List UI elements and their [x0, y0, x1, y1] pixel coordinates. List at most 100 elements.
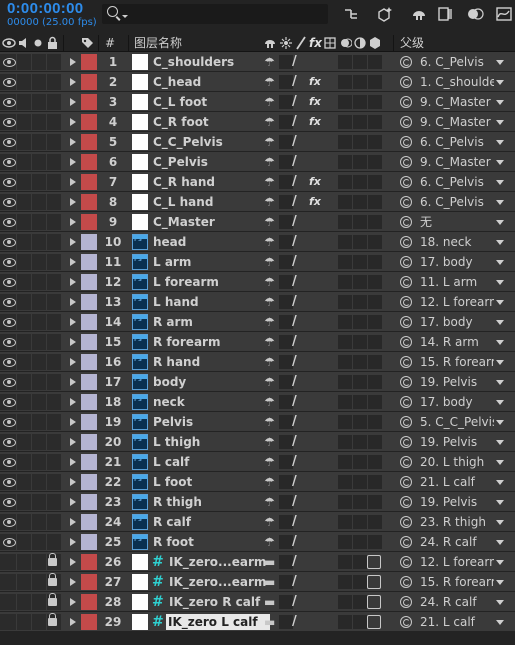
layer-name[interactable]: L calf: [153, 454, 257, 470]
audio-header-icon[interactable]: [18, 35, 30, 51]
audio-switch[interactable]: [17, 354, 31, 370]
motion-blur-switch[interactable]: [338, 215, 352, 229]
eye-icon[interactable]: [2, 357, 17, 367]
expand-triangle-icon[interactable]: [70, 258, 76, 266]
audio-switch[interactable]: [17, 394, 31, 410]
solo-switch[interactable]: [32, 334, 46, 350]
quality-slash-icon[interactable]: /: [292, 114, 306, 130]
adjustment-switch[interactable]: [353, 175, 367, 189]
shy-switch-icon[interactable]: ▬: [264, 594, 278, 610]
label-color-swatch[interactable]: [81, 494, 97, 510]
solo-switch[interactable]: [32, 274, 46, 290]
chevron-down-icon[interactable]: [496, 480, 504, 485]
motion-blur-switch[interactable]: [338, 535, 352, 549]
chevron-down-icon[interactable]: [496, 120, 504, 125]
quality-slash-icon[interactable]: /: [292, 54, 306, 70]
motion-blur-switch[interactable]: [338, 295, 352, 309]
layer-row[interactable]: 21 Ps L calf ☂ / 20. L thigh: [0, 452, 515, 472]
quality-slash-icon[interactable]: /: [292, 454, 306, 470]
collapse-switch[interactable]: [279, 415, 293, 429]
chevron-down-icon[interactable]: [496, 340, 504, 345]
quality-slash-icon[interactable]: /: [292, 534, 306, 550]
solo-switch[interactable]: [32, 254, 46, 270]
parent-select[interactable]: 17. body: [420, 394, 494, 410]
lock-switch[interactable]: [47, 74, 61, 90]
audio-switch[interactable]: [17, 134, 31, 150]
eye-icon[interactable]: [2, 237, 17, 247]
chevron-down-icon[interactable]: [496, 300, 504, 305]
audio-switch[interactable]: [17, 614, 31, 630]
solo-switch[interactable]: [32, 474, 46, 490]
layer-number-header[interactable]: #: [105, 35, 115, 51]
audio-switch[interactable]: [17, 514, 31, 530]
3d-switch[interactable]: [368, 275, 382, 289]
layer-row[interactable]: 25 Ps R foot ☂ / 24. R calf: [0, 532, 515, 552]
collapse-switch[interactable]: [279, 255, 293, 269]
3d-switch[interactable]: [368, 55, 382, 69]
chevron-down-icon[interactable]: [496, 360, 504, 365]
solo-switch[interactable]: [32, 94, 46, 110]
motion-blur-header-icon[interactable]: [340, 35, 352, 51]
3d-switch[interactable]: [368, 135, 382, 149]
collapse-switch[interactable]: [279, 375, 293, 389]
layer-name[interactable]: C_R hand: [153, 174, 257, 190]
layer-row[interactable]: 23 Ps R thigh ☂ / 19. Pelvis: [0, 492, 515, 512]
quality-slash-icon[interactable]: /: [292, 494, 306, 510]
eye-icon[interactable]: [2, 177, 17, 187]
label-color-swatch[interactable]: [81, 394, 97, 410]
3d-switch[interactable]: [368, 435, 382, 449]
quality-slash-icon[interactable]: /: [292, 294, 306, 310]
video-switch[interactable]: [0, 594, 16, 610]
expand-triangle-icon[interactable]: [70, 598, 76, 606]
motion-blur-switch[interactable]: [338, 515, 352, 529]
pick-whip-icon[interactable]: [400, 456, 412, 468]
eye-icon[interactable]: [2, 417, 17, 427]
parent-select[interactable]: 6. C_Pelvis: [420, 174, 494, 190]
solo-switch[interactable]: [32, 494, 46, 510]
adjustment-switch[interactable]: [353, 315, 367, 329]
lock-switch[interactable]: [47, 274, 61, 290]
layer-row[interactable]: 4 C_R foot ☂ / fx 9. C_Master: [0, 112, 515, 132]
adjustment-switch[interactable]: [353, 515, 367, 529]
audio-switch[interactable]: [17, 254, 31, 270]
layer-row[interactable]: 13 Ps L hand ☂ / 12. L forearm: [0, 292, 515, 312]
eye-icon[interactable]: [2, 277, 17, 287]
pick-whip-icon[interactable]: [400, 76, 412, 88]
solo-switch[interactable]: [32, 74, 46, 90]
adjustment-switch[interactable]: [353, 495, 367, 509]
eye-icon[interactable]: [2, 337, 17, 347]
pick-whip-icon[interactable]: [400, 136, 412, 148]
effects-fx-icon[interactable]: fx: [309, 74, 323, 90]
adjustment-switch[interactable]: [353, 415, 367, 429]
quality-slash-icon[interactable]: /: [292, 74, 306, 90]
collapse-switch[interactable]: [279, 135, 293, 149]
adjustment-switch[interactable]: [353, 475, 367, 489]
pick-whip-icon[interactable]: [400, 376, 412, 388]
eye-icon[interactable]: [2, 157, 17, 167]
lock-switch[interactable]: [47, 534, 61, 550]
adjustment-switch[interactable]: [353, 435, 367, 449]
effects-fx-icon[interactable]: fx: [309, 114, 323, 130]
shy-switch-icon[interactable]: ☂: [264, 174, 278, 190]
label-color-swatch[interactable]: [81, 414, 97, 430]
shy-switch-icon[interactable]: ☂: [264, 214, 278, 230]
lock-switch[interactable]: [47, 114, 61, 130]
motion-blur-switch[interactable]: [338, 335, 352, 349]
expand-triangle-icon[interactable]: [70, 378, 76, 386]
shy-switch-icon[interactable]: ☂: [264, 114, 278, 130]
adjustment-switch[interactable]: [353, 355, 367, 369]
label-color-swatch[interactable]: [81, 154, 97, 170]
layer-name[interactable]: C_Pelvis: [153, 154, 257, 170]
shy-header-icon[interactable]: [264, 35, 276, 51]
video-switch[interactable]: [0, 574, 16, 590]
parent-select[interactable]: 6. C_Pelvis: [420, 54, 494, 70]
pick-whip-icon[interactable]: [400, 336, 412, 348]
expand-triangle-icon[interactable]: [70, 58, 76, 66]
collapse-switch[interactable]: [279, 475, 293, 489]
shy-switch-icon[interactable]: ▬: [264, 614, 278, 630]
pick-whip-icon[interactable]: [400, 516, 412, 528]
label-color-swatch[interactable]: [81, 574, 97, 590]
motion-blur-switch[interactable]: [338, 615, 352, 629]
pick-whip-icon[interactable]: [400, 216, 412, 228]
layer-row[interactable]: 11 Ps L arm ☂ / 17. body: [0, 252, 515, 272]
